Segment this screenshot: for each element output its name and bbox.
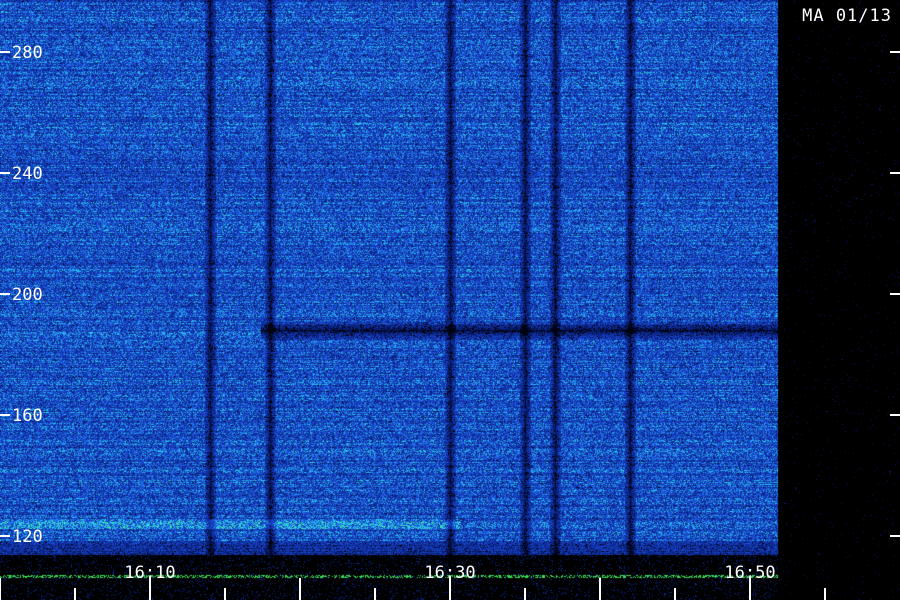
station-label: MA 01/13 (802, 6, 892, 26)
y-tick-label-160: 160 (12, 406, 43, 426)
x-tick-label-1630: 16:30 (424, 563, 475, 583)
y-tick-label-200: 200 (12, 285, 43, 305)
x-tick-label-1610: 16:10 (124, 563, 175, 583)
y-tick-label-240: 240 (12, 164, 43, 184)
y-tick-label-120: 120 (12, 527, 43, 547)
y-tick-label-280: 280 (12, 43, 43, 63)
x-tick-label-1650: 16:50 (724, 563, 775, 583)
chart-overlay: 280 240 200 160 120 16:10 16:30 16:50 (0, 43, 900, 600)
